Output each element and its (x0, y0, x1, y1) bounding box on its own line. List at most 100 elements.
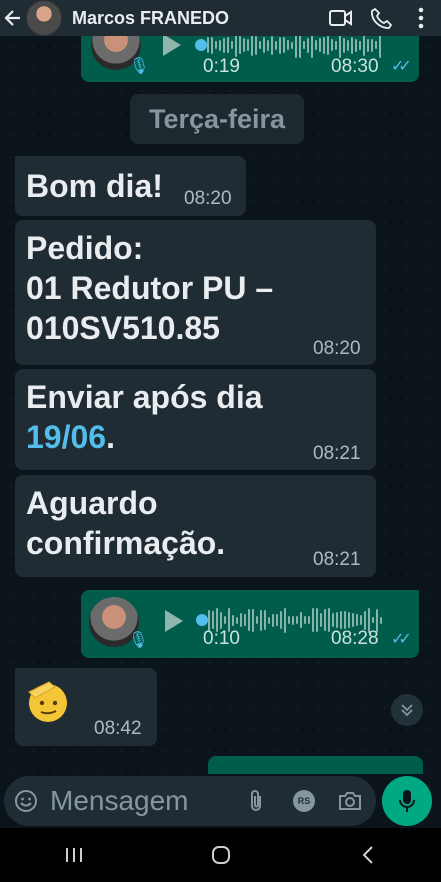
voice-message[interactable]: 🎙 0:19 08:30 ✓✓ (81, 36, 419, 82)
message-text: Aguardo confirmação. (26, 485, 226, 561)
waveform-bar (255, 36, 257, 55)
waveform-bar (380, 616, 382, 624)
waveform-bar (327, 36, 329, 55)
waveform-bar (279, 36, 281, 54)
message-time: 08:20 (313, 338, 361, 359)
incoming-message[interactable]: Bom dia! 08:20 (15, 156, 246, 216)
waveform-bar (239, 36, 241, 54)
message-time: 08:20 (184, 188, 232, 209)
message-input[interactable]: Mensagem RS (4, 776, 376, 826)
date-separator: Terça-feira (130, 94, 304, 144)
waveform-bar (243, 38, 245, 52)
waveform-bar (363, 36, 365, 56)
contact-avatar[interactable] (26, 0, 62, 36)
incoming-message[interactable]: 08:42 (15, 668, 157, 746)
contact-name[interactable]: Marcos FRANEDO (72, 8, 321, 29)
waveform-bar (232, 614, 234, 626)
waveform-bar (304, 616, 306, 624)
waveform-bar (296, 616, 298, 624)
waveform-bar (224, 616, 226, 624)
play-icon[interactable] (163, 36, 181, 56)
voice-duration: 0:19 (203, 56, 240, 77)
waveform-bar (231, 41, 233, 49)
read-ticks-icon: ✓✓ (391, 631, 412, 648)
waveform-bar (339, 36, 341, 58)
scroll-down-button[interactable] (391, 694, 423, 726)
progress-dot[interactable] (196, 614, 208, 626)
waveform-bar (340, 611, 342, 629)
payment-icon[interactable]: RS (290, 787, 318, 815)
waveform-bar (295, 36, 297, 58)
date-link[interactable]: 19/06 (26, 419, 106, 455)
mic-button[interactable] (382, 776, 432, 826)
waveform-bar (220, 611, 222, 629)
incoming-message[interactable]: Enviar após dia 19/06. 08:21 (15, 369, 376, 470)
voice-call-icon[interactable] (361, 0, 401, 36)
waveform-bar (347, 39, 349, 51)
video-call-icon[interactable] (321, 0, 361, 36)
waveform-bar (371, 38, 373, 52)
waveform-bar (328, 608, 330, 632)
attach-icon[interactable] (242, 787, 270, 815)
waveform-bar (227, 37, 229, 53)
waveform-bar (375, 41, 377, 49)
back-arrow-icon[interactable] (0, 0, 26, 36)
waveform-bar (280, 611, 282, 629)
message-text-part: Enviar após dia (26, 379, 263, 415)
message-text-part: . (106, 419, 115, 455)
play-icon[interactable] (165, 610, 183, 632)
waveform-bar (299, 36, 301, 58)
waveform-bar (288, 616, 290, 624)
message-placeholder: Mensagem (50, 785, 189, 816)
waveform-bar (267, 39, 269, 51)
waveform-bar (244, 614, 246, 626)
incoming-message[interactable]: Aguardo confirmação. 08:21 (15, 475, 376, 577)
emoji-icon[interactable] (12, 787, 40, 815)
waveform-bar (379, 36, 381, 58)
camera-icon[interactable] (336, 787, 364, 815)
message-time: 08:30 (331, 56, 379, 77)
waveform-bar (235, 36, 237, 57)
message-time: 08:42 (94, 718, 142, 739)
waveform-bar (263, 37, 265, 53)
more-vert-icon[interactable] (401, 0, 441, 36)
waveform-bar (332, 613, 334, 627)
progress-dot[interactable] (195, 39, 207, 51)
rs-label: RS (293, 790, 315, 812)
waveform-bar (348, 612, 350, 628)
message-text: Bom dia! (26, 168, 163, 204)
mic-icon (399, 790, 415, 812)
waveform-bar (372, 617, 374, 623)
waveform-bar (336, 612, 338, 628)
back-icon[interactable] (338, 835, 398, 875)
waveform-bar (367, 38, 369, 52)
waveform-bar (268, 616, 270, 624)
message-text: Pedido: 01 Redutor PU – 010SV510.85 (26, 230, 274, 346)
outgoing-message[interactable] (208, 756, 423, 774)
input-bar: Mensagem RS (0, 774, 441, 828)
waveform-bar (260, 609, 262, 631)
waveform-bar (307, 37, 309, 53)
incoming-message[interactable]: Pedido: 01 Redutor PU – 010SV510.85 08:2… (15, 220, 376, 365)
waveform-bar (351, 36, 353, 54)
waveform-bar (308, 616, 310, 624)
waveform-bar (343, 37, 345, 53)
voice-message[interactable]: 🎙 0:10 08:28 ✓✓ (81, 590, 419, 658)
waveform-bar (251, 36, 253, 56)
waveform-bar (252, 608, 254, 632)
recent-apps-icon[interactable] (44, 835, 104, 875)
waveform-bar (300, 612, 302, 628)
waveform-bar (360, 615, 362, 625)
waveform-bar (207, 37, 209, 53)
waveform-bar (292, 615, 294, 625)
waveform-bar (331, 39, 333, 51)
home-icon[interactable] (191, 835, 251, 875)
read-ticks-icon: ✓✓ (391, 58, 412, 75)
waveform-bar (291, 41, 293, 49)
waveform-bar (276, 614, 278, 626)
waveform-bar (284, 607, 286, 633)
waveform-bar (344, 611, 346, 629)
waveform-bar (319, 38, 321, 52)
mic-small-icon: 🎙 (128, 632, 149, 649)
chat-area[interactable]: 🎙 0:19 08:30 ✓✓ Terça-feira Bom dia! 08:… (0, 36, 441, 774)
